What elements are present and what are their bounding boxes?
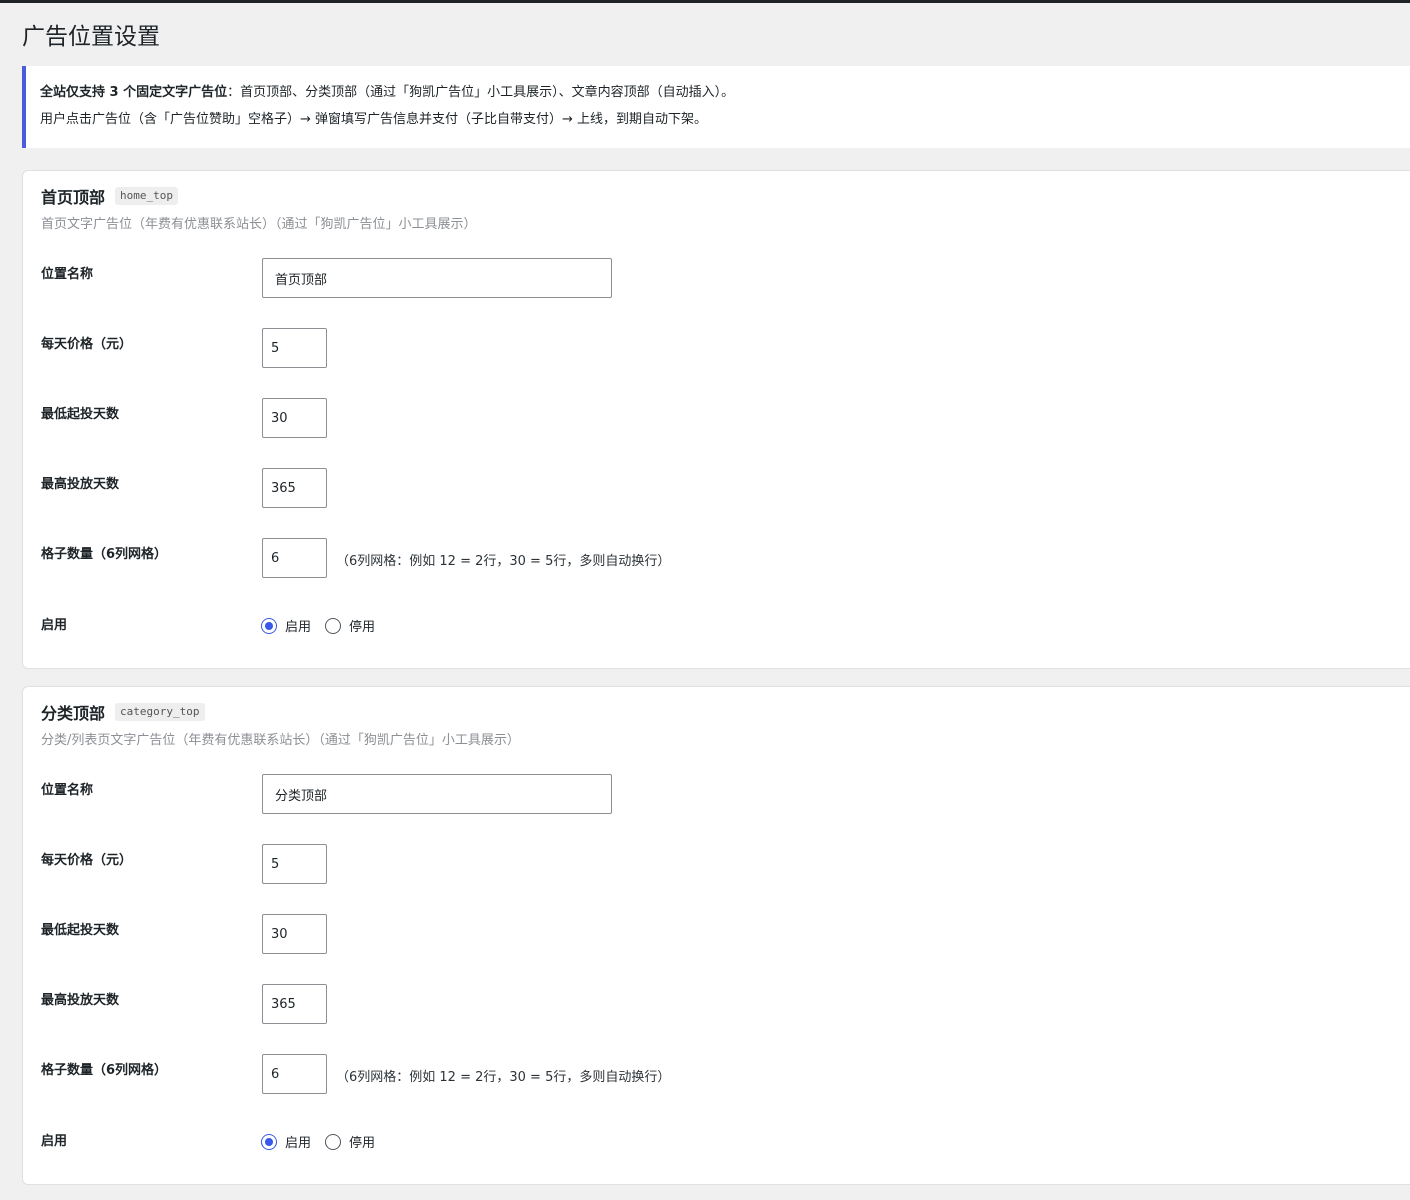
field-label: 每天价格（元） [41,337,133,352]
field-label: 格子数量（6列网格） [41,1063,168,1078]
enable-on-radio[interactable] [261,617,277,634]
radio-label[interactable]: 启用 [285,1132,311,1151]
field-row-name: 位置名称 [41,258,1341,298]
field-row-min-days: 最低起投天数 [41,398,1341,438]
min-days-input[interactable] [262,398,327,438]
position-name-input[interactable] [262,774,612,814]
info-notice: 全站仅支持 3 个固定文字广告位：首页顶部、分类顶部（通过「狗凯广告位」小工具展… [22,66,1410,148]
position-name-input[interactable] [262,258,612,298]
notice-line-1: 全站仅支持 3 个固定文字广告位：首页顶部、分类顶部（通过「狗凯广告位」小工具展… [40,79,1410,106]
field-row-max-days: 最高投放天数 [41,468,1341,508]
max-days-input[interactable] [262,984,327,1024]
enable-off-radio[interactable] [325,1133,342,1150]
radio-label[interactable]: 停用 [349,1132,375,1151]
section-code-tag: category_top [115,703,205,721]
daily-price-input[interactable] [262,328,327,368]
field-label: 启用 [41,618,68,633]
grid-count-input[interactable] [262,538,327,578]
radio-label[interactable]: 停用 [349,616,375,635]
grid-count-hint: （6列网格：例如 12 = 2行，30 = 5行，多则自动换行） [336,1070,671,1085]
max-days-input[interactable] [262,468,327,508]
field-row-grid-count: 格子数量（6列网格） （6列网格：例如 12 = 2行，30 = 5行，多则自动… [41,538,1341,578]
enable-off-radio[interactable] [325,617,342,634]
enable-radio-group: 启用 停用 [261,1132,389,1151]
page-title: 广告位置设置 [22,24,160,50]
field-label: 格子数量（6列网格） [41,547,168,562]
field-row-name: 位置名称 [41,774,1341,814]
section-header: 分类顶部 category_top [41,700,205,724]
field-row-min-days: 最低起投天数 [41,914,1341,954]
notice-line-1-bold: 全站仅支持 3 个固定文字广告位 [40,85,228,100]
field-label: 最低起投天数 [41,923,120,938]
field-row-grid-count: 格子数量（6列网格） （6列网格：例如 12 = 2行，30 = 5行，多则自动… [41,1054,1341,1094]
field-label: 最高投放天数 [41,477,120,492]
admin-top-bar [0,0,1410,3]
section-description: 分类/列表页文字广告位（年费有优惠联系站长）（通过「狗凯广告位」小工具展示） [41,733,520,748]
section-code-tag: home_top [115,187,178,205]
daily-price-input[interactable] [262,844,327,884]
grid-count-input[interactable] [262,1054,327,1094]
notice-line-2: 用户点击广告位（含「广告位赞助」空格子）→ 弹窗填写广告信息并支付（子比自带支付… [40,112,708,127]
section-card-category-top: 分类顶部 category_top 分类/列表页文字广告位（年费有优惠联系站长）（… [22,686,1410,1185]
section-title: 首页顶部 [41,188,106,207]
enable-on-radio[interactable] [261,1133,277,1150]
field-label: 最高投放天数 [41,993,120,1008]
notice-line-1-rest: ：首页顶部、分类顶部（通过「狗凯广告位」小工具展示）、文章内容顶部（自动插入）。 [227,85,735,100]
field-label: 每天价格（元） [41,853,133,868]
field-row-max-days: 最高投放天数 [41,984,1341,1024]
enable-radio-group: 启用 停用 [261,616,389,635]
field-label: 位置名称 [41,783,94,798]
radio-label[interactable]: 启用 [285,616,311,635]
section-description: 首页文字广告位（年费有优惠联系站长）（通过「狗凯广告位」小工具展示） [41,217,477,232]
grid-count-hint: （6列网格：例如 12 = 2行，30 = 5行，多则自动换行） [336,554,671,569]
field-row-enable: 启用 启用 停用 [41,1132,1341,1152]
field-label: 位置名称 [41,267,94,282]
section-title: 分类顶部 [41,704,106,723]
field-row-price: 每天价格（元） [41,328,1341,368]
field-label: 最低起投天数 [41,407,120,422]
section-header: 首页顶部 home_top [41,184,178,208]
field-label: 启用 [41,1134,68,1149]
min-days-input[interactable] [262,914,327,954]
field-row-enable: 启用 启用 停用 [41,616,1341,636]
section-card-home-top: 首页顶部 home_top 首页文字广告位（年费有优惠联系站长）（通过「狗凯广告位… [22,170,1410,669]
field-row-price: 每天价格（元） [41,844,1341,884]
